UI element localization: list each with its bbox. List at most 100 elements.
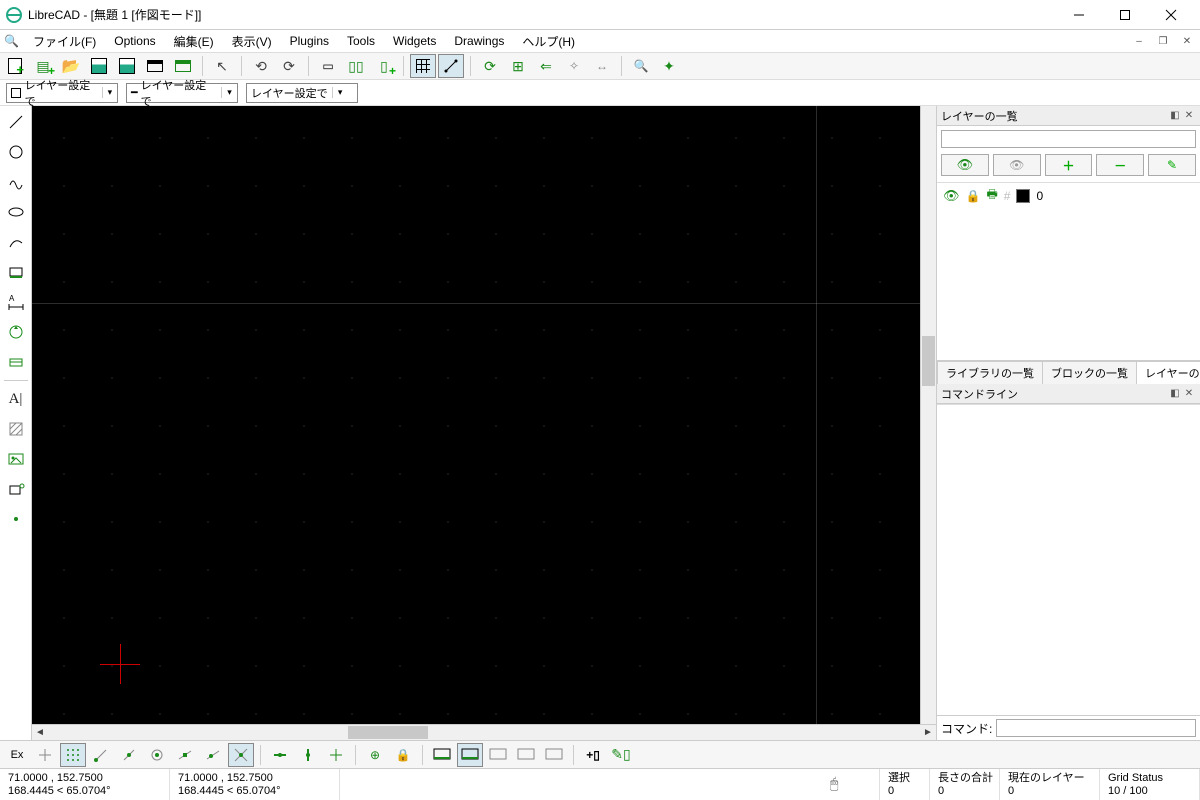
- zoom-window-button[interactable]: ✧: [561, 54, 587, 78]
- eye-icon[interactable]: 👁: [943, 188, 960, 204]
- save-button[interactable]: [86, 54, 112, 78]
- menu-edit[interactable]: 編集(E): [168, 31, 220, 52]
- snap-middle-button[interactable]: [172, 743, 198, 767]
- ellipse-tool[interactable]: [4, 200, 28, 224]
- zoom-prev-button[interactable]: ⇐: [533, 54, 559, 78]
- grid-toggle[interactable]: [410, 54, 436, 78]
- horizontal-scrollbar[interactable]: ◄ ►: [32, 724, 936, 740]
- restrict-horizontal-button[interactable]: [267, 743, 293, 767]
- point-tool[interactable]: [4, 507, 28, 531]
- layer-edit-button[interactable]: ✎: [1148, 154, 1196, 176]
- paste-button[interactable]: ▯+: [371, 54, 397, 78]
- close-panel-icon[interactable]: ✕: [1182, 387, 1196, 401]
- mtext-tool[interactable]: A|: [4, 387, 28, 411]
- new-from-template-button[interactable]: ▤+: [30, 54, 56, 78]
- cut-button[interactable]: ▭: [315, 54, 341, 78]
- menu-plugins[interactable]: Plugins: [284, 32, 335, 50]
- menu-file[interactable]: ファイル(F): [27, 31, 102, 52]
- restrict-vertical-button[interactable]: [295, 743, 321, 767]
- line-tool[interactable]: [4, 110, 28, 134]
- color-swatch[interactable]: [1016, 189, 1030, 203]
- menu-help[interactable]: ヘルプ(H): [516, 31, 581, 52]
- lineweight-combo[interactable]: レイヤー設定で ▾: [246, 83, 358, 103]
- command-log[interactable]: [937, 404, 1200, 715]
- polyline-tool[interactable]: [4, 230, 28, 254]
- open-button[interactable]: 📂: [58, 54, 84, 78]
- zoom-in-button[interactable]: 🔍: [628, 54, 654, 78]
- screen2-button[interactable]: [457, 743, 483, 767]
- tab-layers[interactable]: レイヤーの一覧: [1136, 361, 1200, 384]
- image-tool[interactable]: [4, 447, 28, 471]
- search-icon[interactable]: 🔍: [4, 34, 19, 48]
- tab-library[interactable]: ライブラリの一覧: [937, 361, 1043, 384]
- info-tool[interactable]: [4, 350, 28, 374]
- linetype-combo[interactable]: ━レイヤー設定で ▾: [126, 83, 238, 103]
- layer-hide-all-button[interactable]: 👁: [993, 154, 1041, 176]
- menu-tools[interactable]: Tools: [341, 32, 381, 50]
- mdi-minimize-icon[interactable]: –: [1130, 32, 1148, 50]
- snap-distance-button[interactable]: [200, 743, 226, 767]
- zoom-auto-button[interactable]: ⊞: [505, 54, 531, 78]
- close-button[interactable]: [1148, 0, 1194, 30]
- modify-tool[interactable]: [4, 320, 28, 344]
- screen1-button[interactable]: [429, 743, 455, 767]
- relative-zero-button[interactable]: ⊕: [362, 743, 388, 767]
- drawing-canvas[interactable]: [32, 106, 920, 724]
- edit-view-button[interactable]: ✎▯: [608, 743, 634, 767]
- draft-toggle[interactable]: [438, 54, 464, 78]
- layer-color-combo[interactable]: レイヤー設定で ▾: [6, 83, 118, 103]
- copy-button[interactable]: ▯▯: [343, 54, 369, 78]
- snap-endpoint-button[interactable]: [88, 743, 114, 767]
- menu-drawings[interactable]: Drawings: [448, 32, 510, 50]
- block-tool[interactable]: [4, 477, 28, 501]
- pointer-tool[interactable]: ↖: [209, 54, 235, 78]
- lock-relative-zero-button[interactable]: 🔒: [390, 743, 416, 767]
- add-view-button[interactable]: +▯: [580, 743, 606, 767]
- print-preview-button[interactable]: [170, 54, 196, 78]
- mdi-restore-icon[interactable]: ❐: [1154, 32, 1172, 50]
- zoom-selection-button[interactable]: ✦: [656, 54, 682, 78]
- menu-view[interactable]: 表示(V): [226, 31, 278, 52]
- snap-center-button[interactable]: [144, 743, 170, 767]
- screen5-button[interactable]: [541, 743, 567, 767]
- layer-row[interactable]: 👁 🔒 🖶 # 0: [937, 183, 1200, 208]
- scroll-right-icon[interactable]: ►: [920, 727, 936, 738]
- snap-free-button[interactable]: [32, 743, 58, 767]
- layer-remove-button[interactable]: －: [1096, 154, 1144, 176]
- new-button[interactable]: [2, 54, 28, 78]
- zoom-redraw-button[interactable]: ⟳: [477, 54, 503, 78]
- save-as-button[interactable]: [114, 54, 140, 78]
- screen3-button[interactable]: [485, 743, 511, 767]
- curve-tool[interactable]: [4, 170, 28, 194]
- screen4-button[interactable]: [513, 743, 539, 767]
- lock-icon[interactable]: 🔒: [966, 189, 981, 203]
- circle-tool[interactable]: [4, 140, 28, 164]
- snap-ex-button[interactable]: Ex: [4, 743, 30, 767]
- scroll-left-icon[interactable]: ◄: [32, 727, 48, 738]
- command-input[interactable]: [996, 719, 1196, 737]
- menu-options[interactable]: Options: [108, 32, 161, 50]
- snap-on-entity-button[interactable]: [116, 743, 142, 767]
- construction-icon[interactable]: #: [1004, 189, 1011, 203]
- maximize-button[interactable]: [1102, 0, 1148, 30]
- select-tool[interactable]: [4, 260, 28, 284]
- undo-button[interactable]: ⟲: [248, 54, 274, 78]
- undock-icon[interactable]: ◧: [1168, 387, 1182, 401]
- layer-show-all-button[interactable]: 👁: [941, 154, 989, 176]
- layer-list[interactable]: 👁 🔒 🖶 # 0: [937, 182, 1200, 360]
- layer-add-button[interactable]: ＋: [1045, 154, 1093, 176]
- mdi-close-icon[interactable]: ✕: [1178, 32, 1196, 50]
- tab-blocks[interactable]: ブロックの一覧: [1042, 361, 1137, 384]
- print-icon[interactable]: 🖶: [986, 185, 997, 206]
- zoom-pan-button[interactable]: ↔: [589, 54, 615, 78]
- dimension-tool[interactable]: A: [4, 290, 28, 314]
- undock-icon[interactable]: ◧: [1168, 109, 1182, 123]
- print-button[interactable]: [142, 54, 168, 78]
- snap-grid-button[interactable]: [60, 743, 86, 767]
- minimize-button[interactable]: [1056, 0, 1102, 30]
- vertical-scrollbar[interactable]: [920, 106, 936, 724]
- menu-widgets[interactable]: Widgets: [387, 32, 442, 50]
- redo-button[interactable]: ⟳: [276, 54, 302, 78]
- layer-filter-input[interactable]: [941, 130, 1196, 148]
- hatch-tool[interactable]: [4, 417, 28, 441]
